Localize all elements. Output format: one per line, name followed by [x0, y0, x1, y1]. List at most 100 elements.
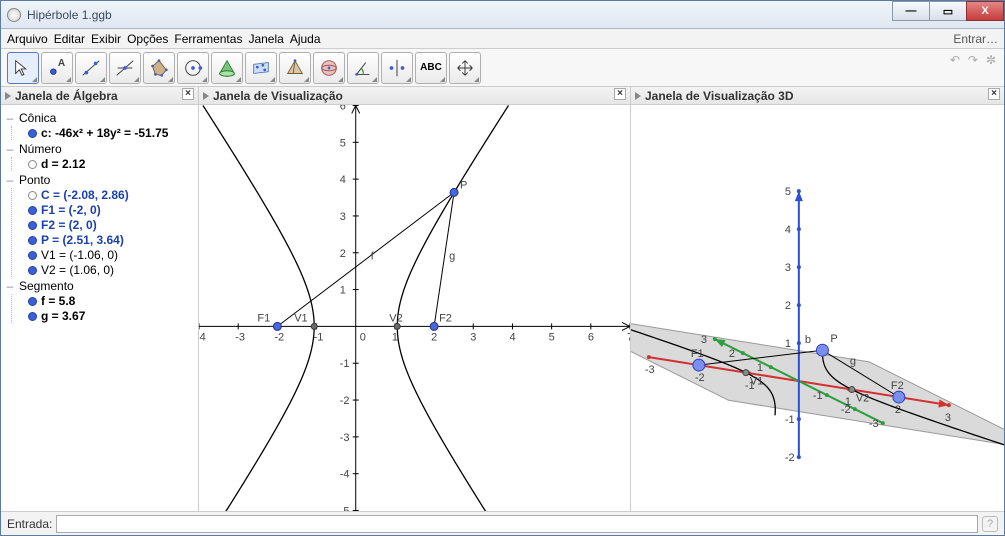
graphics-3d-title: Janela de Visualização 3D	[645, 89, 794, 103]
menu-editar[interactable]: Editar	[54, 32, 85, 46]
tool-cone[interactable]	[211, 52, 243, 84]
menu-arquivo[interactable]: Arquivo	[7, 32, 48, 46]
svg-text:2: 2	[895, 404, 901, 416]
menu-janela[interactable]: Janela	[248, 32, 283, 46]
signin-link[interactable]: Entrar…	[953, 32, 998, 46]
item-conic-c[interactable]: c: -46x² + 18y² = -51.75	[16, 126, 194, 140]
category-conica[interactable]: Cônica	[5, 111, 194, 125]
undo-icon[interactable]: ↶	[950, 53, 960, 67]
item-point-c[interactable]: C = (-2.08, 2.86)	[16, 188, 194, 202]
tool-text[interactable]: ABC	[415, 52, 447, 84]
svg-text:-2: -2	[841, 404, 851, 416]
svg-text:1: 1	[757, 362, 763, 374]
tool-move[interactable]	[7, 52, 39, 84]
menu-exibir[interactable]: Exibir	[91, 32, 121, 46]
algebra-close-button[interactable]: ×	[182, 88, 194, 100]
item-segment-f[interactable]: f = 5.8	[16, 294, 194, 308]
toolbar: A ABC ↶ ↷ ✼	[1, 49, 1004, 87]
panel-toggle-icon	[203, 92, 209, 100]
menu-ferramentas[interactable]: Ferramentas	[174, 32, 242, 46]
graphics-3d-close-button[interactable]: ×	[988, 88, 1000, 100]
window-titlebar: Hipérbole 1.ggb — ▭ X	[1, 1, 1004, 29]
graphics-2d-header[interactable]: Janela de Visualização ×	[199, 87, 630, 105]
item-segment-g[interactable]: g = 3.67	[16, 309, 194, 323]
maximize-button[interactable]: ▭	[929, 1, 967, 21]
graphics-2d-svg[interactable]: -4-3-2-11234567-5-4-3-2-11234560fgF1F2PV…	[199, 105, 630, 511]
svg-text:V2: V2	[856, 393, 869, 405]
algebra-tree[interactable]: Cônica c: -46x² + 18y² = -51.75 Número d…	[1, 105, 198, 511]
item-number-d[interactable]: d = 2.12	[16, 157, 194, 171]
close-button[interactable]: X	[966, 1, 1004, 21]
input-field[interactable]	[56, 515, 978, 533]
svg-text:-3: -3	[869, 418, 879, 430]
svg-text:-1: -1	[813, 390, 823, 402]
algebra-panel-header[interactable]: Janela de Álgebra ×	[1, 87, 198, 105]
item-point-f1[interactable]: F1 = (-2, 0)	[16, 203, 194, 217]
svg-text:-1: -1	[785, 414, 795, 426]
svg-text:-2: -2	[695, 372, 705, 384]
svg-text:F1: F1	[691, 348, 704, 360]
svg-text:3: 3	[470, 331, 476, 343]
category-ponto[interactable]: Ponto	[5, 173, 194, 187]
redo-icon[interactable]: ↷	[968, 53, 978, 67]
minimize-button[interactable]: —	[892, 1, 930, 21]
tool-reflect[interactable]	[381, 52, 413, 84]
settings-icon[interactable]: ✼	[986, 53, 996, 67]
svg-text:-5: -5	[340, 506, 350, 511]
item-point-f2[interactable]: F2 = (2, 0)	[16, 218, 194, 232]
input-help-button[interactable]: ?	[982, 516, 998, 532]
svg-text:-3: -3	[645, 364, 655, 376]
svg-text:7: 7	[627, 331, 630, 343]
svg-text:F2: F2	[891, 380, 904, 392]
menu-ajuda[interactable]: Ajuda	[290, 32, 321, 46]
tool-line[interactable]	[75, 52, 107, 84]
svg-text:5: 5	[340, 137, 346, 149]
panel-toggle-icon	[635, 92, 641, 100]
graphics-3d-svg[interactable]: -3-2-1123-3-2-1123-2-112345F1F2PV1V2gb	[631, 105, 1004, 511]
svg-text:-2: -2	[340, 395, 350, 407]
window-controls: — ▭ X	[893, 1, 1004, 21]
tool-plane[interactable]	[245, 52, 277, 84]
tool-translate[interactable]	[449, 52, 481, 84]
svg-text:2: 2	[729, 348, 735, 360]
svg-text:-3: -3	[235, 331, 245, 343]
item-point-v2[interactable]: V2 = (1.06, 0)	[16, 263, 194, 277]
menu-items: Arquivo Editar Exibir Opções Ferramentas…	[7, 32, 321, 46]
svg-text:-4: -4	[199, 331, 206, 343]
tool-perpendicular[interactable]	[109, 52, 141, 84]
tool-angle[interactable]	[347, 52, 379, 84]
graphics-3d-panel: Janela de Visualização 3D × -3 -2 -1 1 2 3 -3 -…	[631, 87, 1004, 511]
graphics-2d-view[interactable]: -4-3-2-11234567-5-4-3-2-11234560fgF1F2PV…	[199, 105, 630, 511]
svg-text:3: 3	[945, 412, 951, 424]
item-point-p[interactable]: P = (2.51, 3.64)	[16, 233, 194, 247]
svg-text:g: g	[850, 355, 856, 367]
svg-text:0: 0	[360, 331, 366, 343]
tool-point[interactable]: A	[41, 52, 73, 84]
item-point-v1[interactable]: V1 = (-1.06, 0)	[16, 248, 194, 262]
app-icon	[7, 8, 21, 22]
tool-sphere[interactable]	[313, 52, 345, 84]
input-bar: Entrada: ?	[1, 511, 1004, 535]
graphics-2d-close-button[interactable]: ×	[614, 88, 626, 100]
svg-text:2: 2	[431, 331, 437, 343]
svg-text:3: 3	[785, 262, 791, 274]
svg-text:V1: V1	[294, 312, 307, 324]
category-segmento[interactable]: Segmento	[5, 279, 194, 293]
graphics-3d-view[interactable]: -3-2-1123-3-2-1123-2-112345F1F2PV1V2gb	[631, 105, 1004, 511]
svg-text:P: P	[460, 179, 467, 191]
svg-text:1: 1	[785, 338, 791, 350]
tool-pyramid[interactable]	[279, 52, 311, 84]
svg-text:f: f	[371, 250, 375, 262]
svg-text:F1: F1	[257, 312, 270, 324]
menubar: Arquivo Editar Exibir Opções Ferramentas…	[1, 29, 1004, 49]
svg-text:2: 2	[785, 300, 791, 312]
tool-circle[interactable]	[177, 52, 209, 84]
svg-text:4: 4	[340, 174, 346, 186]
graphics-3d-header[interactable]: Janela de Visualização 3D ×	[631, 87, 1004, 105]
category-numero[interactable]: Número	[5, 142, 194, 156]
tool-polygon[interactable]	[143, 52, 175, 84]
svg-text:A: A	[58, 58, 66, 69]
svg-text:5: 5	[785, 186, 791, 198]
menu-opcoes[interactable]: Opções	[127, 32, 168, 46]
toolbar-right: ↶ ↷ ✼	[950, 53, 996, 67]
